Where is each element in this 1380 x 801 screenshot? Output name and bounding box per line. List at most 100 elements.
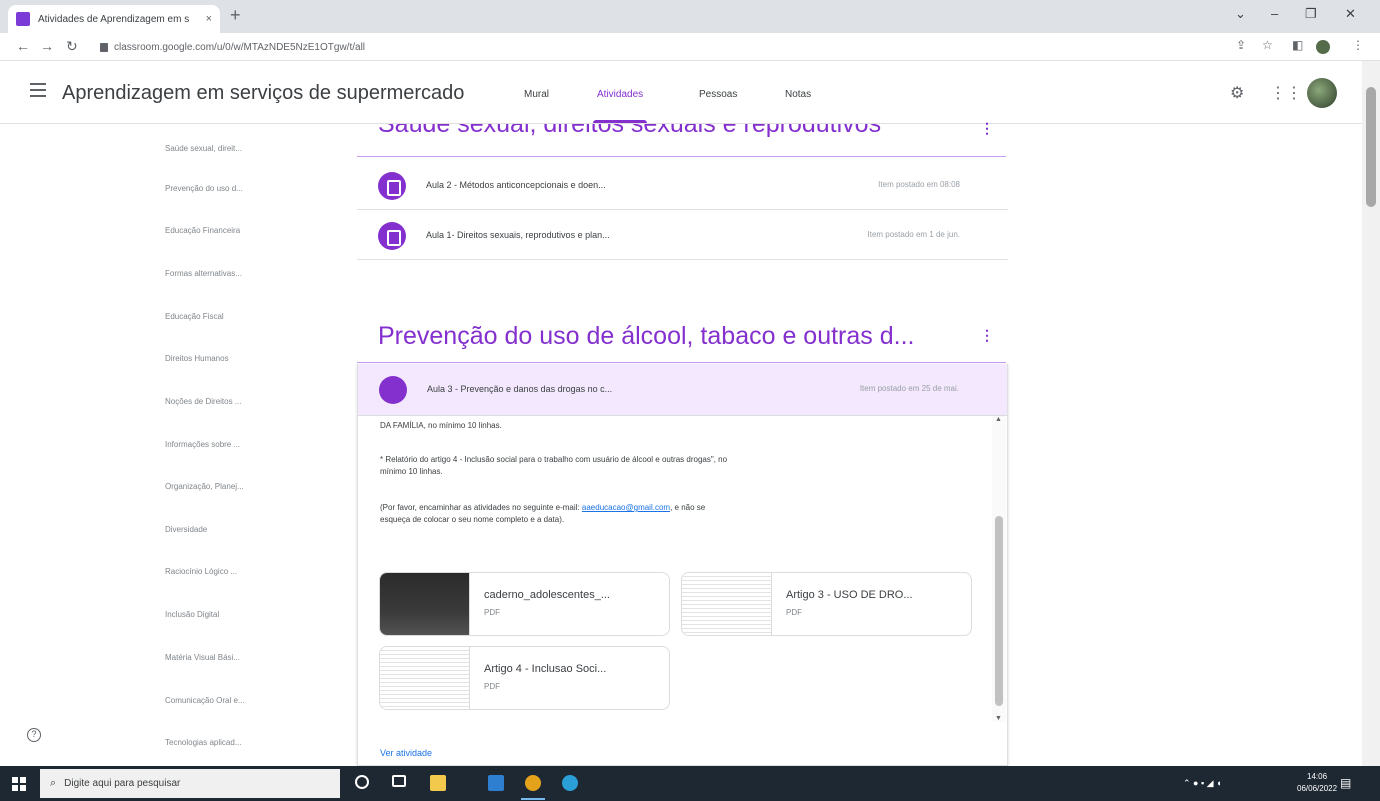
- windows-start-icon[interactable]: [12, 777, 26, 791]
- browser-tab-title: Atividades de Aprendizagem em s: [38, 13, 190, 25]
- settings-gear-icon[interactable]: ⚙: [1230, 83, 1244, 103]
- bookmark-star-icon[interactable]: ☆: [1262, 38, 1273, 52]
- share-icon[interactable]: ⇪: [1236, 38, 1246, 52]
- description-line: DA FAMÍLIA, no mínimo 10 linhas.: [380, 421, 502, 430]
- browser-toolbar: ← → ↻ classroom.google.com/u/0/w/MTAzNDE…: [0, 33, 1380, 61]
- clock-date: 06/06/2022: [1297, 784, 1338, 793]
- section-title: Saúde sexual, direitos sexuais e reprodu…: [378, 124, 882, 138]
- topic-item[interactable]: Prevenção do uso d...: [165, 184, 243, 193]
- topic-item[interactable]: Saúde sexual, direit...: [165, 144, 242, 153]
- topic-item[interactable]: Raciocínio Lógico ...: [165, 567, 237, 576]
- attachment-type: PDF: [786, 608, 802, 617]
- maximize-button[interactable]: ❐: [1305, 6, 1317, 22]
- assignment-date: Item postado em 1 de jun.: [867, 230, 961, 239]
- edge-icon[interactable]: [562, 775, 578, 791]
- tab-pessoas[interactable]: Pessoas: [699, 89, 737, 100]
- system-clock[interactable]: 14:06 06/06/2022: [1297, 771, 1337, 795]
- taskbar-search-placeholder: Digite aqui para pesquisar: [64, 778, 181, 789]
- profile-avatar[interactable]: [1316, 40, 1330, 54]
- description-paragraph: * Relatório do artigo 4 - Inclusão socia…: [380, 455, 728, 476]
- topic-item[interactable]: Direitos Humanos: [165, 354, 229, 363]
- forward-icon[interactable]: →: [40, 38, 54, 54]
- topic-item[interactable]: Noções de Direitos ...: [165, 397, 241, 406]
- attachment-type: PDF: [484, 682, 500, 691]
- help-icon[interactable]: ?: [27, 728, 41, 742]
- topic-item[interactable]: Diversidade: [165, 525, 207, 534]
- browser-tab[interactable]: Atividades de Aprendizagem em s ×: [8, 5, 220, 33]
- assignment-row[interactable]: Aula 1- Direitos sexuais, reprodutivos e…: [357, 212, 1008, 260]
- file-explorer-icon[interactable]: [430, 775, 446, 791]
- cortana-icon[interactable]: [355, 775, 369, 789]
- assignment-icon: [378, 172, 406, 200]
- scroll-up-icon[interactable]: ▲: [995, 416, 1002, 423]
- tray-icons[interactable]: ⌃ ● ▪ ◢ ◖: [1183, 778, 1222, 789]
- taskbar-search-box[interactable]: ⌕ Digite aqui para pesquisar: [40, 769, 340, 798]
- section-menu-icon[interactable]: ⋮: [980, 327, 994, 344]
- topic-item[interactable]: Educação Fiscal: [165, 312, 224, 321]
- tab-mural[interactable]: Mural: [524, 89, 549, 100]
- classroom-header: Aprendizagem em serviços de supermercado…: [0, 61, 1362, 124]
- reload-icon[interactable]: ↻: [66, 38, 78, 55]
- assignment-title: Aula 1- Direitos sexuais, reprodutivos e…: [426, 230, 610, 240]
- topic-item[interactable]: Educação Financeira: [165, 226, 240, 235]
- windows-taskbar: ⌕ Digite aqui para pesquisar ⌃ ● ▪ ◢ ◖ 1…: [0, 766, 1380, 801]
- topic-item[interactable]: Comunicação Oral e...: [165, 696, 245, 705]
- assignment-icon: [379, 376, 407, 404]
- assignment-date: Item postado em 25 de mai.: [859, 384, 959, 393]
- topic-item[interactable]: Inclusão Digital: [165, 610, 219, 619]
- pdf-thumbnail: [682, 573, 772, 635]
- browser-menu-icon[interactable]: ⋮: [1352, 38, 1364, 52]
- task-view-icon[interactable]: [392, 775, 406, 787]
- view-assignment-link[interactable]: Ver atividade: [380, 748, 432, 758]
- search-icon: ⌕: [50, 777, 57, 789]
- chrome-icon[interactable]: [521, 775, 545, 800]
- assignment-title: Aula 3 - Prevenção e danos das drogas no…: [427, 384, 613, 394]
- topic-item[interactable]: Matéria Visual Bási...: [165, 653, 240, 662]
- tab-close-icon[interactable]: ×: [206, 13, 212, 25]
- classroom-favicon-icon: [16, 12, 30, 26]
- topic-item[interactable]: Tecnologias aplicad...: [165, 738, 242, 747]
- scroll-down-icon[interactable]: ▼: [995, 715, 1002, 722]
- menu-icon[interactable]: [30, 83, 46, 97]
- page-scrollbar-thumb[interactable]: [1366, 87, 1376, 207]
- attachment-card[interactable]: Artigo 3 - USO DE DRO... PDF: [681, 572, 972, 636]
- minimize-button[interactable]: –: [1271, 6, 1278, 21]
- section-header-clip: Saúde sexual, direitos sexuais e reprodu…: [357, 124, 1008, 160]
- topic-item[interactable]: Organização, Planej...: [165, 482, 244, 491]
- topic-item[interactable]: Informações sobre ...: [165, 440, 240, 449]
- user-avatar[interactable]: [1307, 78, 1337, 108]
- browser-tab-strip: Atividades de Aprendizagem em s × + ⌄ – …: [0, 0, 1380, 33]
- attachment-type: PDF: [484, 608, 500, 617]
- new-tab-button[interactable]: +: [230, 5, 241, 26]
- topic-item[interactable]: Formas alternativas...: [165, 269, 242, 278]
- attachment-name: caderno_adolescentes_...: [484, 589, 610, 601]
- address-bar[interactable]: classroom.google.com/u/0/w/MTAzNDE5NzE1O…: [100, 36, 1220, 58]
- pdf-thumbnail: [380, 647, 470, 709]
- attachment-card[interactable]: Artigo 4 - Inclusao Soci... PDF: [379, 646, 670, 710]
- page-scrollbar[interactable]: [1362, 61, 1380, 766]
- section-menu-icon[interactable]: ⋮: [980, 120, 994, 137]
- notifications-icon[interactable]: ▤: [1340, 776, 1351, 790]
- store-icon[interactable]: [488, 775, 504, 791]
- description-scrollbar-thumb[interactable]: [995, 516, 1003, 706]
- description-scrollbar[interactable]: ▲ ▼: [992, 416, 1006, 722]
- assignment-icon: [378, 222, 406, 250]
- back-icon[interactable]: ←: [16, 38, 30, 54]
- close-window-button[interactable]: ✕: [1345, 6, 1356, 22]
- assignment-row[interactable]: Aula 2 - Métodos anticoncepcionais e doe…: [357, 162, 1008, 210]
- sidepanel-icon[interactable]: ◧: [1292, 38, 1303, 52]
- tab-search-icon[interactable]: ⌄: [1235, 6, 1246, 22]
- email-link[interactable]: aaeducacao@gmail.com: [582, 503, 670, 512]
- assignment-date: Item postado em 08:08: [878, 180, 960, 189]
- attachment-card[interactable]: caderno_adolescentes_... PDF: [379, 572, 670, 636]
- description-text: (Por favor, encaminhar as atividades no …: [380, 503, 580, 512]
- lock-icon: [100, 42, 108, 52]
- tab-notas[interactable]: Notas: [785, 89, 811, 100]
- assignment-row[interactable]: Aula 3 - Prevenção e danos das drogas no…: [358, 364, 1007, 416]
- class-title[interactable]: Aprendizagem em serviços de supermercado: [62, 82, 464, 105]
- tab-atividades[interactable]: Atividades: [592, 89, 648, 123]
- url-text: classroom.google.com/u/0/w/MTAzNDE5NzE1O…: [114, 41, 366, 53]
- section-divider: [357, 362, 1006, 363]
- attachment-name: Artigo 4 - Inclusao Soci...: [484, 663, 607, 675]
- clock-time: 14:06: [1307, 772, 1328, 781]
